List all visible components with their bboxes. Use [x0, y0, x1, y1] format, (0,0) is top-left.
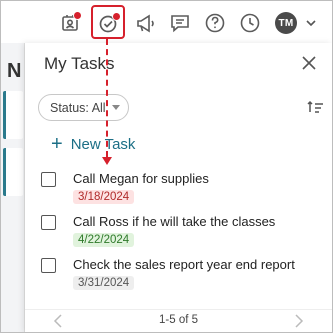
background-page: N — [1, 43, 25, 332]
task-due-date-badge: 4/22/2024 — [73, 233, 135, 247]
task-title[interactable]: Call Ross if he will take the classes — [73, 214, 275, 229]
task-due-date-badge: 3/18/2024 — [73, 190, 135, 204]
chat-icon[interactable] — [167, 10, 193, 36]
app-frame: TM N My Tasks Status: All + New Task Cal… — [0, 0, 333, 333]
status-filter-label: Status: All — [50, 100, 106, 115]
task-title[interactable]: Check the sales report year end report — [73, 257, 295, 272]
clock-icon[interactable] — [237, 10, 263, 36]
pagination: 1-5 of 5 — [25, 309, 332, 332]
caret-down-icon — [111, 105, 120, 110]
top-toolbar: TM — [1, 1, 332, 43]
new-task-label: New Task — [70, 135, 136, 153]
panel-title: My Tasks — [44, 54, 115, 73]
task-checkbox[interactable] — [41, 215, 56, 230]
annotation-arrow-line — [106, 39, 108, 157]
new-task-button[interactable]: + New Task — [51, 134, 135, 154]
plus-icon: + — [51, 133, 63, 155]
help-icon[interactable] — [202, 10, 228, 36]
task-check-icon[interactable] — [95, 10, 121, 36]
pagination-count: 1-5 of 5 — [159, 314, 198, 326]
contact-card-icon[interactable] — [57, 10, 83, 36]
background-card — [3, 148, 23, 196]
annotation-arrow-head — [102, 157, 112, 165]
task-due-date-badge: 3/31/2024 — [73, 276, 135, 290]
notification-dot — [73, 11, 82, 20]
background-card — [3, 91, 23, 139]
chevron-down-icon[interactable] — [303, 15, 319, 31]
megaphone-icon[interactable] — [133, 10, 159, 36]
background-heading-fragment: N — [7, 60, 22, 82]
task-checkbox[interactable] — [41, 258, 56, 273]
task-title[interactable]: Call Megan for supplies — [73, 171, 209, 186]
notification-dot — [112, 12, 121, 21]
my-tasks-panel: My Tasks Status: All + New Task Call Meg… — [25, 43, 332, 332]
avatar[interactable]: TM — [275, 12, 297, 34]
task-checkbox[interactable] — [41, 172, 56, 187]
sort-icon[interactable] — [307, 99, 325, 115]
close-icon[interactable] — [299, 53, 319, 73]
status-filter-dropdown[interactable]: Status: All — [38, 94, 129, 121]
chevron-right-icon[interactable] — [293, 313, 305, 329]
